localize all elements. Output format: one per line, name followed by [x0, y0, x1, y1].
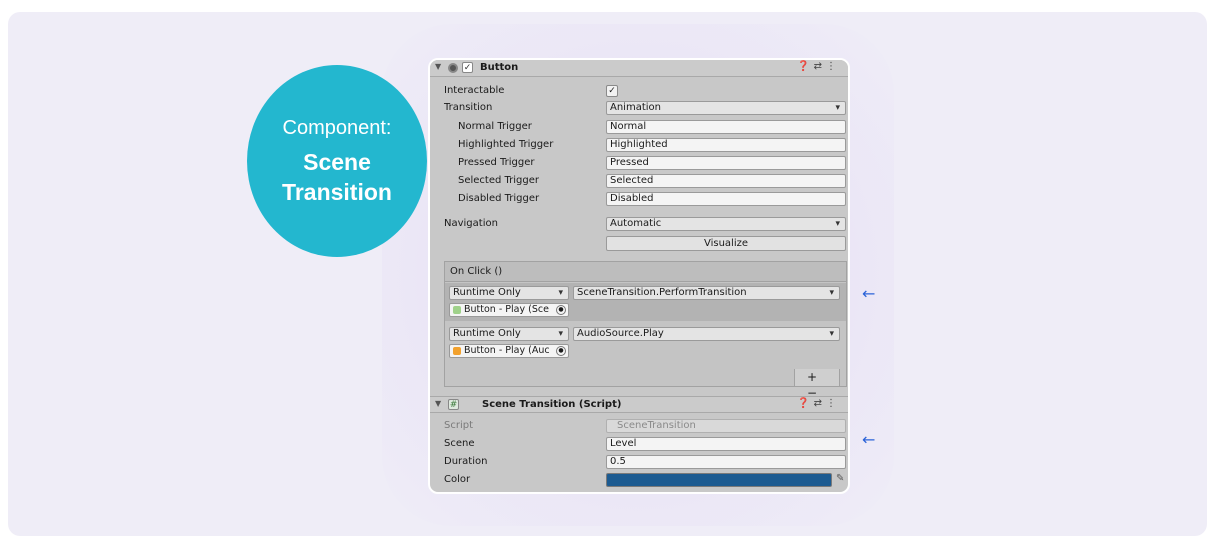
color-label: Color [444, 474, 471, 485]
disabled-trigger-field[interactable]: Disabled [606, 192, 846, 206]
audio-source-icon [453, 347, 461, 355]
duration-field[interactable]: 0.5 [606, 455, 846, 469]
trigger-label: Selected Trigger [458, 175, 540, 186]
trigger-label: Highlighted Trigger [458, 139, 554, 150]
fold-arrow-icon[interactable]: ▼ [435, 399, 441, 408]
inspector-panel: ▼ ✓ Button ❓⇄⋮ Interactable ✓ Transition… [428, 58, 850, 494]
arrow-left-icon: ← [862, 284, 876, 303]
button-component-title: Button [480, 62, 519, 73]
button-component-header[interactable]: ▼ ✓ Button ❓⇄⋮ [430, 60, 848, 77]
badge-title-line2: Transition [282, 179, 392, 205]
interactable-checkbox[interactable]: ✓ [606, 85, 618, 97]
component-badge: Component: Scene Transition [247, 65, 427, 257]
transition-dropdown[interactable]: Animation [606, 101, 846, 115]
script-label: Script [444, 420, 474, 431]
interactable-label: Interactable [444, 85, 505, 96]
fold-arrow-icon[interactable]: ▼ [435, 62, 441, 71]
visualize-button[interactable]: Visualize [606, 236, 846, 251]
function-dropdown[interactable]: SceneTransition.PerformTransition [573, 286, 840, 300]
object-picker-icon[interactable]: ● [556, 346, 566, 356]
trigger-label: Normal Trigger [458, 121, 532, 132]
script-object-icon [453, 306, 461, 314]
trigger-label: Pressed Trigger [458, 157, 535, 168]
script-icon: # [448, 399, 459, 410]
scene-field[interactable]: Level [606, 437, 846, 451]
script-field: SceneTransition [606, 419, 846, 433]
highlighted-trigger-field[interactable]: Highlighted [606, 138, 846, 152]
target-object-field[interactable]: Button - Play (Auc ● [449, 344, 569, 358]
script-component-header[interactable]: ▼ # Scene Transition (Script) ❓⇄⋮ [430, 396, 848, 413]
object-picker-icon[interactable]: ● [556, 305, 566, 315]
event-row[interactable]: Runtime Only AudioSource.Play Button - P… [445, 324, 846, 362]
pressed-trigger-field[interactable]: Pressed [606, 156, 846, 170]
navigation-label: Navigation [444, 218, 498, 229]
function-dropdown[interactable]: AudioSource.Play [573, 327, 840, 341]
target-object-name: Button - Play (Auc [464, 345, 550, 356]
runtime-mode-dropdown[interactable]: Runtime Only [449, 286, 569, 300]
selected-trigger-field[interactable]: Selected [606, 174, 846, 188]
eyedropper-icon[interactable]: ✎ [836, 473, 844, 485]
script-component-title: Scene Transition (Script) [482, 399, 622, 410]
badge-caption: Component: [282, 117, 392, 139]
component-header-icons[interactable]: ❓⇄⋮ [797, 398, 840, 409]
add-remove-event-buttons[interactable]: + − [794, 369, 840, 400]
component-header-icons[interactable]: ❓⇄⋮ [797, 61, 840, 72]
transition-label: Transition [444, 102, 493, 113]
color-field[interactable] [606, 473, 832, 487]
navigation-dropdown[interactable]: Automatic [606, 217, 846, 231]
duration-label: Duration [444, 456, 488, 467]
arrow-left-icon: ← [862, 430, 876, 449]
scene-label: Scene [444, 438, 475, 449]
normal-trigger-field[interactable]: Normal [606, 120, 846, 134]
script-field-value: SceneTransition [617, 420, 696, 431]
runtime-mode-dropdown[interactable]: Runtime Only [449, 327, 569, 341]
target-object-field[interactable]: Button - Play (Sce ● [449, 303, 569, 317]
badge-title-line1: Scene [303, 149, 371, 175]
on-click-event-list: On Click () Runtime Only SceneTransition… [444, 261, 847, 400]
on-click-header: On Click () [445, 262, 846, 282]
target-object-name: Button - Play (Sce [464, 304, 549, 315]
button-component-icon [448, 63, 458, 73]
event-row[interactable]: Runtime Only SceneTransition.PerformTran… [445, 283, 846, 321]
button-enabled-checkbox[interactable]: ✓ [462, 62, 473, 73]
trigger-label: Disabled Trigger [458, 193, 540, 204]
